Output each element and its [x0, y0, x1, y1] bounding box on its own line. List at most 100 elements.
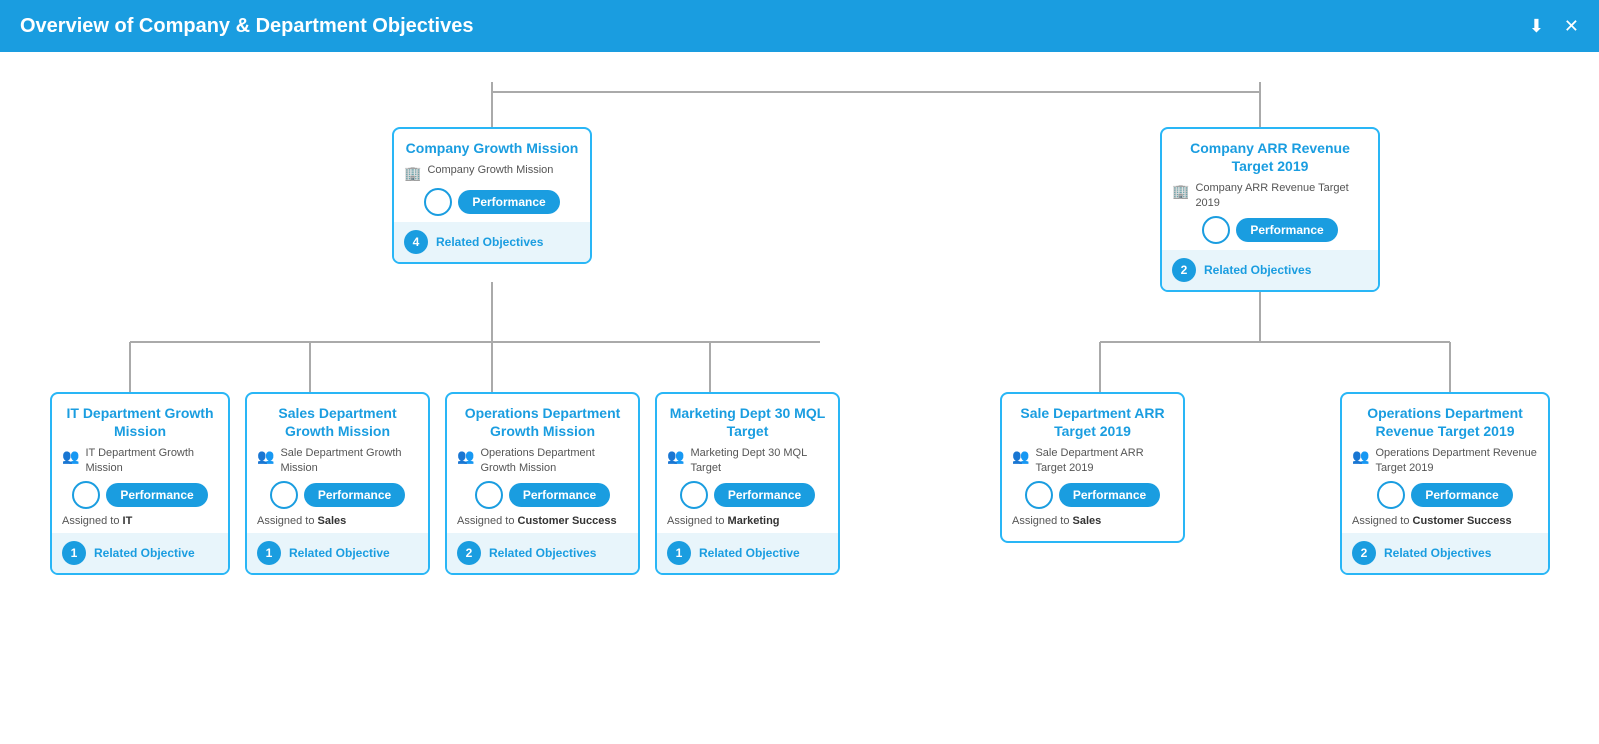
node-company-growth-subtitle-row: 🏢 Company Growth Mission	[404, 163, 580, 182]
node-ops-revenue-subtitle-row: 👥 Operations Department Revenue Target 2…	[1352, 446, 1538, 475]
related-count-it: 1	[62, 541, 86, 565]
assigned-row-ops: Assigned to Customer Success	[457, 515, 628, 527]
assigned-row-it: Assigned to IT	[62, 515, 218, 527]
assigned-row-sarr: Assigned to Sales	[1012, 515, 1173, 527]
node-ops-revenue-subtitle: Operations Department Revenue Target 201…	[1375, 446, 1538, 475]
node-company-growth-title: Company Growth Mission	[404, 139, 580, 157]
node-sales-dept-subtitle: Sale Department Growth Mission	[280, 446, 418, 475]
performance-btn-sarr[interactable]: Performance	[1059, 483, 1160, 507]
node-sales-dept-subtitle-row: 👥 Sale Department Growth Mission	[257, 446, 418, 475]
node-company-growth: Company Growth Mission 🏢 Company Growth …	[392, 127, 592, 264]
node-it-dept-subtitle-row: 👥 IT Department Growth Mission	[62, 446, 218, 475]
node-company-arr-subtitle: Company ARR Revenue Target 2019	[1195, 181, 1368, 210]
assigned-value-opr: Customer Success	[1413, 515, 1512, 527]
node-it-dept: IT Department Growth Mission 👥 IT Depart…	[50, 392, 230, 575]
related-label-mkt: Related Objective	[699, 546, 800, 560]
half-circle-sarr	[1025, 481, 1053, 509]
close-icon[interactable]: ✕	[1564, 16, 1579, 37]
node-sales-dept-title: Sales Department Growth Mission	[257, 404, 418, 440]
related-footer-opr[interactable]: 2 Related Objectives	[1342, 533, 1548, 573]
node-marketing-dept-title: Marketing Dept 30 MQL Target	[667, 404, 828, 440]
half-circle-arr	[1202, 216, 1230, 244]
half-circle-mkt	[680, 481, 708, 509]
performance-btn-ops[interactable]: Performance	[509, 483, 610, 507]
related-count-sales: 1	[257, 541, 281, 565]
node-sale-arr-subtitle: Sale Department ARR Target 2019	[1035, 446, 1173, 475]
performance-wrapper-arr: Performance	[1172, 216, 1368, 244]
related-count-ops: 2	[457, 541, 481, 565]
performance-wrapper-ops: Performance	[457, 481, 628, 509]
related-count-mkt: 1	[667, 541, 691, 565]
performance-btn-cg[interactable]: Performance	[458, 190, 559, 214]
node-sales-dept-icon: 👥	[257, 448, 274, 465]
node-ops-dept: Operations Department Growth Mission 👥 O…	[445, 392, 640, 575]
node-marketing-dept-icon: 👥	[667, 448, 684, 465]
node-sale-arr-subtitle-row: 👥 Sale Department ARR Target 2019	[1012, 446, 1173, 475]
related-footer-it[interactable]: 1 Related Objective	[52, 533, 228, 573]
assigned-value-sarr: Sales	[1073, 515, 1102, 527]
assigned-row-mkt: Assigned to Marketing	[667, 515, 828, 527]
performance-wrapper-opr: Performance	[1352, 481, 1538, 509]
node-company-arr-subtitle-row: 🏢 Company ARR Revenue Target 2019	[1172, 181, 1368, 210]
node-sale-arr-title: Sale Department ARR Target 2019	[1012, 404, 1173, 440]
download-icon[interactable]: ⬇	[1529, 16, 1544, 37]
performance-btn-arr[interactable]: Performance	[1236, 218, 1337, 242]
assigned-value-sales: Sales	[318, 515, 347, 527]
node-marketing-dept-subtitle: Marketing Dept 30 MQL Target	[690, 446, 828, 475]
node-company-arr: Company ARR Revenue Target 2019 🏢 Compan…	[1160, 127, 1380, 292]
related-label-cg: Related Objectives	[436, 235, 543, 249]
related-label-ops: Related Objectives	[489, 546, 596, 560]
header: Overview of Company & Department Objecti…	[0, 0, 1599, 52]
assigned-label-it: Assigned to	[62, 515, 123, 527]
assigned-value-ops: Customer Success	[518, 515, 617, 527]
assigned-value-mkt: Marketing	[728, 515, 780, 527]
header-icons: ⬇ ✕	[1529, 16, 1579, 37]
node-ops-dept-subtitle-row: 👥 Operations Department Growth Mission	[457, 446, 628, 475]
chart-container: Company Growth Mission 🏢 Company Growth …	[30, 72, 1570, 744]
performance-wrapper-sarr: Performance	[1012, 481, 1173, 509]
related-label-it: Related Objective	[94, 546, 195, 560]
node-company-growth-icon: 🏢	[404, 165, 421, 182]
performance-btn-opr[interactable]: Performance	[1411, 483, 1512, 507]
node-ops-dept-icon: 👥	[457, 448, 474, 465]
assigned-label-opr: Assigned to	[1352, 515, 1413, 527]
node-company-growth-subtitle: Company Growth Mission	[427, 163, 553, 177]
node-sale-arr-icon: 👥	[1012, 448, 1029, 465]
related-label-sales: Related Objective	[289, 546, 390, 560]
page-title: Overview of Company & Department Objecti…	[20, 15, 473, 38]
assigned-label-mkt: Assigned to	[667, 515, 728, 527]
performance-btn-sales[interactable]: Performance	[304, 483, 405, 507]
performance-wrapper-it: Performance	[62, 481, 218, 509]
related-footer-sales[interactable]: 1 Related Objective	[247, 533, 428, 573]
related-count-opr: 2	[1352, 541, 1376, 565]
node-it-dept-subtitle: IT Department Growth Mission	[85, 446, 218, 475]
node-company-arr-icon: 🏢	[1172, 183, 1189, 200]
related-footer-ops[interactable]: 2 Related Objectives	[447, 533, 638, 573]
node-marketing-dept-subtitle-row: 👥 Marketing Dept 30 MQL Target	[667, 446, 828, 475]
node-it-dept-icon: 👥	[62, 448, 79, 465]
related-label-arr: Related Objectives	[1204, 263, 1311, 277]
related-count-cg: 4	[404, 230, 428, 254]
half-circle-ops	[475, 481, 503, 509]
main-content: Company Growth Mission 🏢 Company Growth …	[0, 52, 1599, 744]
node-marketing-dept: Marketing Dept 30 MQL Target 👥 Marketing…	[655, 392, 840, 575]
assigned-label-ops: Assigned to	[457, 515, 518, 527]
node-company-arr-title: Company ARR Revenue Target 2019	[1172, 139, 1368, 175]
related-count-arr: 2	[1172, 258, 1196, 282]
related-footer-mkt[interactable]: 1 Related Objective	[657, 533, 838, 573]
performance-btn-it[interactable]: Performance	[106, 483, 207, 507]
assigned-label-sales: Assigned to	[257, 515, 318, 527]
related-label-opr: Related Objectives	[1384, 546, 1491, 560]
performance-wrapper-mkt: Performance	[667, 481, 828, 509]
performance-wrapper-sales: Performance	[257, 481, 418, 509]
performance-btn-mkt[interactable]: Performance	[714, 483, 815, 507]
related-footer-arr[interactable]: 2 Related Objectives	[1162, 250, 1378, 290]
node-ops-revenue: Operations Department Revenue Target 201…	[1340, 392, 1550, 575]
performance-wrapper-cg: Performance	[404, 188, 580, 216]
node-ops-revenue-icon: 👥	[1352, 448, 1369, 465]
related-footer-cg[interactable]: 4 Related Objectives	[394, 222, 590, 262]
assigned-label-sarr: Assigned to	[1012, 515, 1073, 527]
node-it-dept-title: IT Department Growth Mission	[62, 404, 218, 440]
node-sale-arr: Sale Department ARR Target 2019 👥 Sale D…	[1000, 392, 1185, 543]
half-circle-sales	[270, 481, 298, 509]
